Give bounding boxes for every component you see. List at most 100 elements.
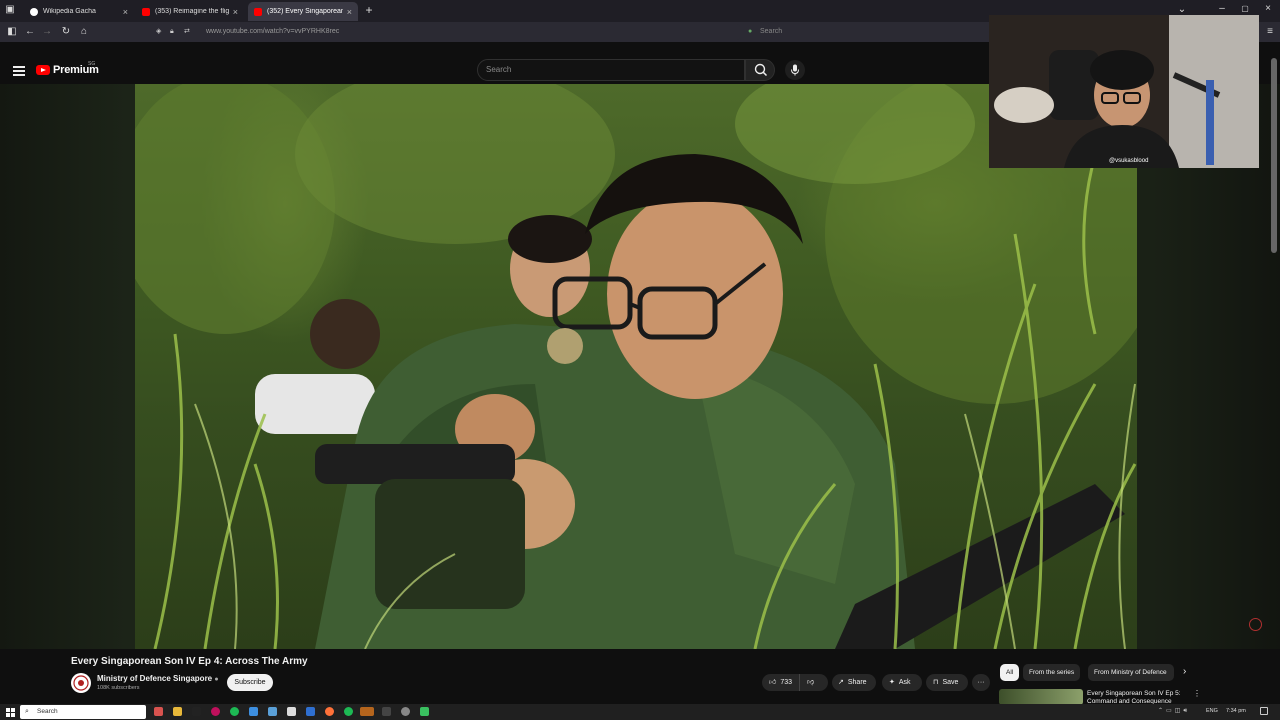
tab-every-singaporean-son[interactable]: (352) Every Singaporean So ×: [248, 2, 358, 21]
app-icon[interactable]: [154, 707, 163, 716]
app-icon[interactable]: [230, 707, 239, 716]
maximize-button[interactable]: ▢: [1239, 3, 1251, 15]
more-actions-button[interactable]: ···: [972, 674, 990, 691]
app-icon[interactable]: [268, 707, 277, 716]
ask-label: Ask: [898, 679, 911, 686]
app-icon[interactable]: [287, 707, 296, 716]
dislike-button[interactable]: 👎︎: [800, 674, 814, 691]
mindef-crest-icon: [73, 675, 89, 691]
share-button[interactable]: ↗ Share: [832, 674, 876, 691]
notification-icon[interactable]: [1260, 707, 1268, 715]
search-placeholder: Search: [486, 65, 512, 74]
app-icon-active[interactable]: [360, 707, 374, 716]
webcam-handle: @vsukasblood: [1109, 158, 1149, 164]
channel-name-text: Ministry of Defence Singapore: [97, 674, 213, 683]
video-frame-soldiers-in-grass: [135, 84, 1137, 649]
tab-reimagine-flight[interactable]: (353) Reimagine the flight · ×: [136, 2, 244, 21]
share-icon: ↗: [838, 679, 844, 686]
youtube-icon: [142, 7, 150, 16]
forward-button[interactable]: →: [41, 26, 53, 38]
sparkle-icon: ✦: [889, 679, 895, 686]
recommended-video-title[interactable]: Every Singaporean Son IV Ep 5: Command a…: [1087, 690, 1187, 704]
home-button[interactable]: ⌂: [78, 26, 90, 38]
ask-button[interactable]: ✦ Ask: [882, 674, 922, 691]
wikipedia-icon: [30, 7, 38, 16]
more-horizontal-icon: ···: [977, 679, 985, 686]
shield-icon: ◈: [156, 28, 162, 35]
subscribe-button[interactable]: Subscribe: [227, 674, 273, 691]
app-icon[interactable]: [211, 707, 220, 716]
youtube-premium-logo[interactable]: Premium SG: [36, 61, 99, 76]
close-icon[interactable]: ×: [123, 7, 128, 17]
chip-all[interactable]: All: [1000, 664, 1020, 681]
save-button[interactable]: ⊓ Save: [926, 674, 968, 691]
app-icon[interactable]: [192, 707, 201, 716]
recommended-more-icon[interactable]: ⋮: [1193, 689, 1201, 698]
microphone-icon: [791, 64, 799, 76]
subscriber-count: 108K subscribers: [97, 685, 140, 691]
url-text: www.youtube.com/watch?v=vvPYRHK8rec: [206, 28, 340, 35]
app-icon[interactable]: [325, 707, 334, 716]
floating-logo-icon: [1249, 618, 1262, 631]
taskbar-search-placeholder: Search: [37, 708, 58, 715]
minimize-button[interactable]: –: [1216, 3, 1228, 15]
chips-next-chevron-icon[interactable]: ›: [1183, 666, 1186, 677]
chip-from-ministry[interactable]: From Ministry of Defence: [1088, 664, 1174, 681]
hamburger-menu-icon[interactable]: [13, 66, 25, 76]
menu-icon[interactable]: ≡: [1264, 26, 1276, 38]
permissions-icon: ⇄: [184, 28, 190, 35]
tab-label: Wikipedia Gacha: [43, 8, 96, 15]
windows-start-icon[interactable]: [6, 708, 15, 717]
taskbar-search-input[interactable]: ⌕ Search: [20, 705, 146, 719]
app-icon[interactable]: [382, 707, 391, 716]
close-icon[interactable]: ×: [347, 7, 352, 17]
page-scrollbar[interactable]: [1271, 58, 1277, 253]
youtube-play-icon: [36, 65, 50, 75]
app-icon[interactable]: [306, 707, 315, 716]
close-window-button[interactable]: ×: [1262, 3, 1274, 15]
video-title: Every Singaporean Son IV Ep 4: Across Th…: [71, 656, 308, 667]
thumbs-down-icon: 👎︎: [807, 679, 815, 686]
video-player[interactable]: [135, 84, 1137, 649]
tab-label: (352) Every Singaporean So: [267, 8, 343, 15]
browser-search-input[interactable]: ● Search: [748, 24, 978, 40]
system-tray-icons[interactable]: ⌃▭◫🔊︎: [1158, 707, 1190, 715]
tab-wikipedia-gacha[interactable]: Wikipedia Gacha ×: [24, 2, 134, 21]
address-bar[interactable]: ◈ 🔒︎ ⇄ www.youtube.com/watch?v=vvPYRHK8r…: [150, 24, 740, 40]
search-icon: [754, 63, 768, 77]
browser-search-placeholder: Search: [760, 28, 783, 35]
search-icon: ⌕: [25, 708, 29, 715]
app-icon[interactable]: [249, 707, 258, 716]
channel-name[interactable]: Ministry of Defence Singapore ●: [97, 674, 219, 683]
like-dislike-group: 👍︎ 733 👎︎: [762, 674, 828, 691]
region-code: SG: [88, 61, 96, 67]
close-icon[interactable]: ×: [233, 7, 238, 17]
lock-icon: 🔒︎: [170, 28, 174, 35]
search-button[interactable]: [745, 59, 775, 81]
app-icon[interactable]: [401, 707, 410, 716]
sidebar-toggle-icon[interactable]: ◧: [6, 26, 18, 38]
back-button[interactable]: ←: [24, 26, 36, 38]
tab-actions-icon[interactable]: ▣: [4, 4, 16, 16]
language-indicator[interactable]: ENG: [1206, 708, 1218, 714]
chip-from-the-series[interactable]: From the series: [1023, 664, 1081, 681]
tab-label: (353) Reimagine the flight ·: [155, 8, 229, 15]
like-button[interactable]: 👍︎ 733: [762, 674, 800, 691]
recommended-video-thumbnail[interactable]: [999, 689, 1083, 705]
like-count: 733: [780, 679, 793, 686]
app-icon[interactable]: [173, 707, 182, 716]
streamer-webcam-overlay: @vsukasblood: [989, 15, 1259, 168]
youtube-search-input[interactable]: Search: [477, 59, 745, 81]
channel-avatar[interactable]: [71, 673, 91, 693]
reload-button[interactable]: ↻: [60, 26, 72, 38]
new-tab-button[interactable]: +: [363, 4, 375, 16]
verified-icon: ●: [214, 676, 219, 683]
webcam-person: [989, 15, 1259, 168]
clock[interactable]: 7:34 pm: [1226, 708, 1246, 714]
thumbs-up-icon: 👍︎: [769, 679, 777, 686]
app-icon[interactable]: [344, 707, 353, 716]
app-icon[interactable]: [420, 707, 429, 716]
voice-search-button[interactable]: [785, 60, 805, 80]
bookmark-icon: ⊓: [933, 679, 939, 686]
search-engine-icon: ●: [748, 28, 753, 35]
